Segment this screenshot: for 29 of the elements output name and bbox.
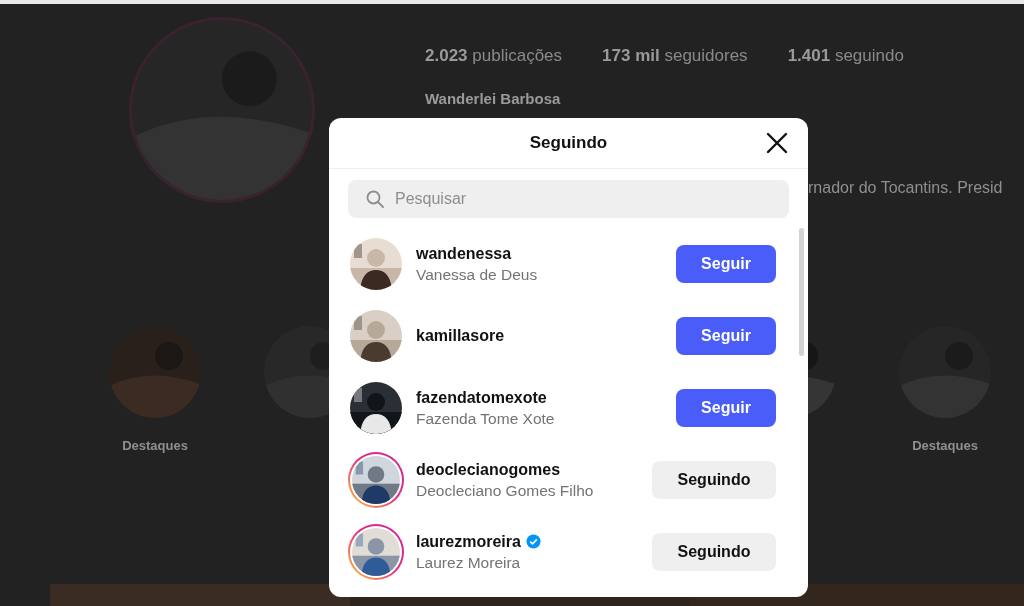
highlight-label: Destaques <box>912 438 978 453</box>
username[interactable]: laurezmoreira <box>416 532 521 551</box>
profile-stat[interactable]: 2.023 publicações <box>425 46 563 66</box>
username[interactable]: kamillasore <box>416 327 505 345</box>
story-ring[interactable] <box>348 452 404 508</box>
full-name: Fazenda Tome Xote <box>416 409 556 428</box>
follow-button[interactable]: Seguir <box>676 245 776 283</box>
follow-button[interactable]: Seguir <box>676 317 776 355</box>
following-button[interactable]: Seguindo <box>652 461 776 499</box>
follow-button[interactable]: Seguir <box>676 389 776 427</box>
username[interactable]: deoclecianogomes <box>416 460 561 479</box>
full-name: Laurez Moreira <box>416 553 522 572</box>
close-icon <box>766 132 788 154</box>
close-button[interactable] <box>766 132 788 154</box>
dialog-title: Seguindo <box>529 133 608 153</box>
highlight-label: Destaques <box>122 438 188 453</box>
search-field[interactable]: Pesquisar <box>348 180 789 218</box>
full-name: Deocleciano Gomes Filho <box>416 481 595 500</box>
scrollbar[interactable] <box>799 228 804 356</box>
following-button[interactable]: Seguindo <box>652 533 776 571</box>
profile-bio: rnador do Tocantins. Presid <box>808 179 1003 197</box>
story-ring[interactable] <box>348 524 404 580</box>
profile-stat[interactable]: 173 mil seguidores <box>602 46 748 66</box>
full-name: Vanessa de Deus <box>416 265 539 284</box>
search-icon <box>366 190 384 208</box>
profile-name: Wanderlei Barbosa <box>425 90 562 107</box>
username[interactable]: wandenessa <box>416 244 512 263</box>
profile-stat[interactable]: 1.401 seguindo <box>787 46 904 66</box>
username[interactable]: fazendatomexote <box>416 388 547 407</box>
